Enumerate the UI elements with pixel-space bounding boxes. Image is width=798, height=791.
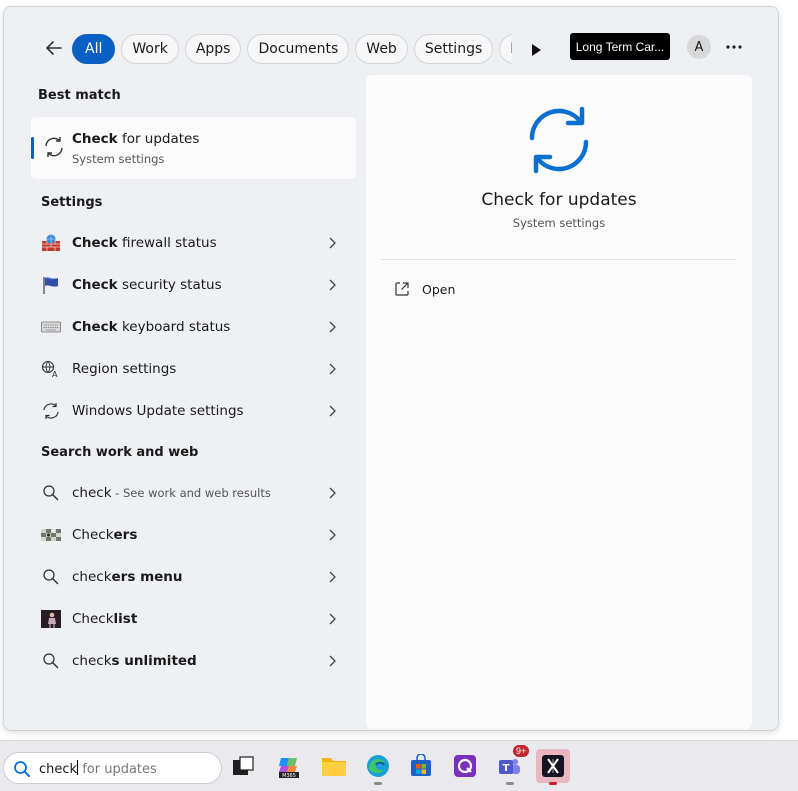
running-indicator: [374, 782, 382, 785]
teams-icon: T: [499, 759, 520, 774]
avatar[interactable]: A: [687, 35, 711, 59]
web-item-check[interactable]: check - See work and web results: [31, 473, 356, 513]
web-item-label: checks unlimited: [72, 653, 197, 669]
search-query: check for updates: [39, 760, 157, 777]
file-explorer-button[interactable]: [317, 749, 351, 783]
settings-item-firewall[interactable]: Check firewall status: [31, 223, 356, 263]
settings-item-label: Check firewall status: [72, 235, 217, 251]
refresh-icon: [45, 137, 63, 157]
chip-people[interactable]: Peo: [499, 34, 512, 64]
best-match-subtitle: System settings: [72, 152, 165, 166]
microsoft-store-button[interactable]: [404, 749, 438, 783]
settings-item-keyboard[interactable]: Check keyboard status: [31, 307, 356, 347]
chevron-right-icon: [329, 237, 336, 249]
notification-badge: 9+: [513, 745, 530, 757]
chevron-right-icon: [329, 571, 336, 583]
taskbar: check for updates M365 T 9+: [0, 740, 798, 791]
scroll-right-play-icon[interactable]: [528, 42, 544, 58]
chip-apps[interactable]: Apps: [184, 34, 242, 64]
flag-icon: [43, 277, 58, 294]
search-icon: [43, 485, 59, 501]
svg-text:M365: M365: [282, 773, 296, 779]
open-label: Open: [422, 282, 456, 297]
chevron-right-icon: [329, 613, 336, 625]
back-arrow-icon: [46, 41, 62, 55]
web-item-checkers[interactable]: Checkers: [31, 515, 356, 555]
back-button[interactable]: [40, 34, 68, 62]
mailbird-app-button[interactable]: [448, 749, 482, 783]
firewall-icon: [42, 234, 60, 251]
settings-item-label: Windows Update settings: [72, 403, 244, 419]
store-icon: [411, 754, 431, 776]
active-app-button[interactable]: [536, 749, 570, 785]
checklist-image: [41, 610, 61, 628]
search-icon: [43, 653, 59, 669]
refresh-large-icon: [529, 106, 589, 174]
web-item-label: checkers menu: [72, 569, 183, 585]
more-icon: [726, 45, 742, 49]
chip-work[interactable]: Work: [121, 34, 179, 64]
svg-text:A: A: [52, 370, 58, 378]
chevron-right-icon: [329, 487, 336, 499]
app-purple-icon: [454, 755, 476, 777]
settings-item-label: Check security status: [72, 277, 222, 293]
checkers-image: [41, 529, 61, 541]
settings-item-windows-update[interactable]: Windows Update settings: [31, 391, 356, 431]
open-external-icon: [395, 282, 409, 296]
chevron-right-icon: [329, 363, 336, 375]
settings-heading: Settings: [41, 195, 103, 210]
x-app-icon: [542, 755, 564, 777]
search-flyout: All Work Apps Documents Web Settings Peo…: [3, 6, 779, 731]
chevron-right-icon: [329, 321, 336, 333]
search-icon: [43, 569, 59, 585]
chip-documents[interactable]: Documents: [247, 34, 350, 64]
long-term-care-button[interactable]: Long Term Car...: [570, 33, 670, 60]
best-match-result[interactable]: Check for updates System settings: [31, 117, 356, 179]
best-match-heading: Best match: [38, 88, 121, 103]
selection-accent: [31, 137, 34, 159]
search-icon: [14, 761, 30, 777]
chevron-right-icon: [329, 655, 336, 667]
preview-title: Check for updates: [481, 190, 637, 210]
web-item-label: Checkers: [72, 527, 138, 543]
chevron-right-icon: [329, 405, 336, 417]
folder-icon: [322, 758, 346, 776]
settings-item-label: Check keyboard status: [72, 319, 231, 335]
chevron-right-icon: [329, 529, 336, 541]
preview-divider: [381, 259, 736, 260]
m365-copilot-icon: M365: [279, 758, 299, 779]
region-icon: A: [41, 360, 58, 378]
svg-text:T: T: [503, 763, 510, 774]
settings-item-label: Region settings: [72, 361, 177, 377]
refresh-icon: [43, 403, 59, 419]
web-item-label: check - See work and web results: [72, 485, 271, 501]
edge-browser-button[interactable]: [361, 749, 395, 785]
web-item-checkers-menu[interactable]: checkers menu: [31, 557, 356, 597]
chevron-right-icon: [329, 279, 336, 291]
taskbar-search-box[interactable]: check for updates: [3, 752, 222, 784]
task-view-button[interactable]: [226, 749, 260, 783]
web-item-checks-unlimited[interactable]: checks unlimited: [31, 641, 356, 681]
chip-settings[interactable]: Settings: [413, 34, 494, 64]
chip-all[interactable]: All: [72, 34, 116, 64]
m365-app-button[interactable]: M365: [272, 749, 306, 783]
keyboard-icon: [41, 321, 61, 333]
edge-icon: [367, 755, 389, 777]
web-item-checklist[interactable]: Checklist: [31, 599, 356, 639]
preview-subtitle: System settings: [512, 216, 606, 230]
preview-pane: Check for updates System settings Open: [366, 75, 752, 729]
teams-button[interactable]: T 9+: [493, 745, 530, 785]
filter-chips: All Work Apps Documents Web Settings Peo: [72, 34, 512, 68]
chip-web[interactable]: Web: [355, 34, 408, 64]
best-match-title: Check for updates: [72, 131, 200, 147]
search-work-web-heading: Search work and web: [41, 445, 199, 460]
open-action[interactable]: Open: [390, 279, 510, 303]
settings-item-region[interactable]: A Region settings: [31, 349, 356, 389]
running-indicator: [549, 782, 557, 785]
more-options-button[interactable]: [720, 35, 748, 59]
settings-item-security[interactable]: Check security status: [31, 265, 356, 305]
web-item-label: Checklist: [72, 611, 138, 627]
running-indicator: [506, 782, 514, 785]
task-view-icon: [233, 756, 254, 775]
